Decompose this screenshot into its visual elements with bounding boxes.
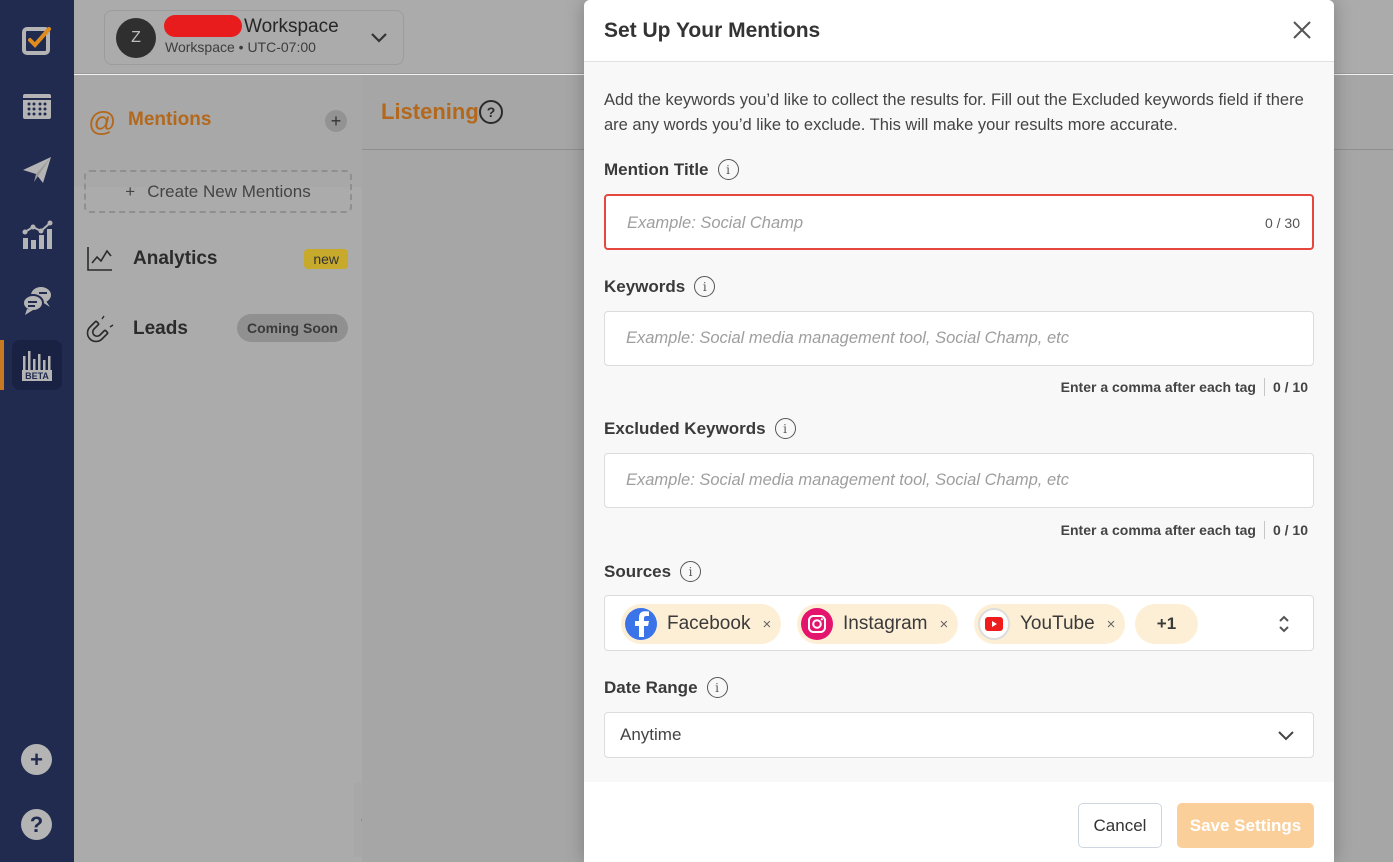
keywords-input[interactable]: Example: Social media management tool, S… [604,311,1314,366]
rail-help-button[interactable]: ? [21,809,52,840]
info-icon[interactable]: i [706,677,728,698]
info-icon[interactable]: i [694,276,716,297]
source-chip-youtube: YouTube × [974,604,1126,644]
create-new-mentions-button[interactable]: + Create New Mentions [84,170,352,213]
sources-label: Sources i [604,561,702,582]
listening-sidebar: @ Mentions + + Create New Mentions Analy… [74,75,362,862]
rail-item-engage[interactable] [19,282,55,318]
facebook-icon [625,608,657,640]
source-chip-instagram: Instagram × [797,604,959,644]
mentions-label: Mentions [128,109,212,130]
cancel-button[interactable]: Cancel [1078,803,1162,848]
mention-title-label-text: Mention Title [604,159,709,179]
source-chip-facebook: Facebook × [621,604,782,644]
create-new-label: Create New Mentions [147,181,311,201]
coming-soon-badge: Coming Soon [237,314,348,342]
rail-add-button[interactable]: + [21,744,52,775]
svg-text:BETA: BETA [25,371,49,381]
modal-header: Set Up Your Mentions [584,0,1334,62]
keywords-label: Keywords i [604,276,716,297]
workspace-selector[interactable]: Z Workspace Workspace • UTC-07:00 [104,10,404,65]
info-icon[interactable]: i [680,561,702,582]
chip-label: YouTube [1020,613,1095,634]
remove-chip-icon[interactable]: × [1107,616,1116,633]
keywords-counter: 0 / 10 [1272,379,1308,395]
new-badge: new [304,249,348,269]
excluded-keywords-label-text: Excluded Keywords [604,418,766,438]
chevron-down-icon [371,33,387,43]
bar-chart-icon [22,220,53,249]
divider [1263,521,1265,539]
info-icon[interactable]: i [717,159,739,180]
date-range-value: Anytime [620,725,682,744]
date-range-label-text: Date Range [604,677,698,697]
line-chart-icon [87,247,112,271]
rail-item-tasks[interactable] [19,22,55,58]
workspace-name: Workspace [244,16,339,37]
rail-item-listening[interactable]: BETA [19,347,55,383]
magnet-icon [86,315,114,343]
setup-mentions-modal: Set Up Your Mentions Add the keywords yo… [584,0,1334,862]
excluded-keywords-hint: Enter a comma after each tag 0 / 10 [1061,521,1308,539]
excluded-hint-text: Enter a comma after each tag [1060,522,1256,538]
question-icon: ? [29,811,44,837]
modal-title: Set Up Your Mentions [604,19,821,42]
chip-label: Facebook [667,613,751,634]
excluded-keywords-label: Excluded Keywords i [604,418,796,439]
sidebar-item-leads[interactable]: Leads Coming Soon [74,309,362,349]
more-sources-chip[interactable]: +1 [1135,604,1198,644]
keywords-hint: Enter a comma after each tag 0 / 10 [1061,378,1308,396]
mention-title-label: Mention Title i [604,159,739,180]
left-rail: BETA + ? [0,0,74,862]
youtube-icon [978,608,1010,640]
sidebar-item-analytics[interactable]: Analytics new [74,239,362,279]
at-sign-icon: @ [88,106,117,137]
modal-description: Add the keywords you’d like to collect t… [604,91,1304,134]
redacted-name [164,15,242,37]
rail-item-analytics[interactable] [19,217,55,253]
paper-plane-icon [23,157,51,183]
workspace-avatar: Z [116,18,156,58]
sources-multiselect[interactable]: Facebook × Instagram × YouTube × +1 [604,595,1314,651]
mention-title-placeholder: Example: Social Champ [627,214,804,232]
analytics-label: Analytics [133,248,218,269]
sources-label-text: Sources [604,561,672,581]
help-icon[interactable]: ? [479,100,503,124]
checkbox-icon [22,27,51,55]
rail-item-calendar[interactable] [19,87,55,123]
excluded-keywords-input[interactable]: Example: Social media management tool, S… [604,453,1314,508]
plus-icon: + [125,181,136,201]
workspace-subtitle: Workspace • UTC-07:00 [165,39,316,55]
chat-bubbles-icon [22,287,51,315]
modal-footer: Cancel Save Settings [584,782,1334,862]
instagram-icon [801,608,833,640]
plus-icon: + [30,746,43,772]
chevron-down-icon [1278,731,1294,741]
date-range-select[interactable]: Anytime [604,712,1314,758]
close-icon[interactable] [1290,18,1314,42]
info-icon[interactable]: i [774,418,796,439]
page-title: Listening [381,99,479,124]
sort-updown-icon[interactable] [1277,614,1291,634]
keywords-label-text: Keywords [604,276,686,296]
add-mention-button[interactable]: + [325,110,347,132]
keywords-hint-text: Enter a comma after each tag [1060,379,1256,395]
calendar-icon [23,94,51,119]
remove-chip-icon[interactable]: × [762,616,771,633]
keywords-placeholder: Example: Social media management tool, S… [626,329,1069,347]
save-settings-button[interactable]: Save Settings [1177,803,1314,848]
rail-item-publish[interactable] [19,152,55,188]
date-range-label: Date Range i [604,677,728,698]
leads-label: Leads [133,318,188,339]
beta-chart-icon: BETA [22,351,52,381]
active-indicator [0,340,4,390]
mention-title-input[interactable]: Example: Social Champ 0 / 30 [604,194,1314,250]
remove-chip-icon[interactable]: × [939,616,948,633]
excluded-keywords-counter: 0 / 10 [1272,522,1308,538]
chip-label: Instagram [843,613,928,634]
divider [1263,378,1265,396]
mention-title-counter: 0 / 30 [1264,215,1300,231]
excluded-keywords-placeholder: Example: Social media management tool, S… [626,471,1069,489]
